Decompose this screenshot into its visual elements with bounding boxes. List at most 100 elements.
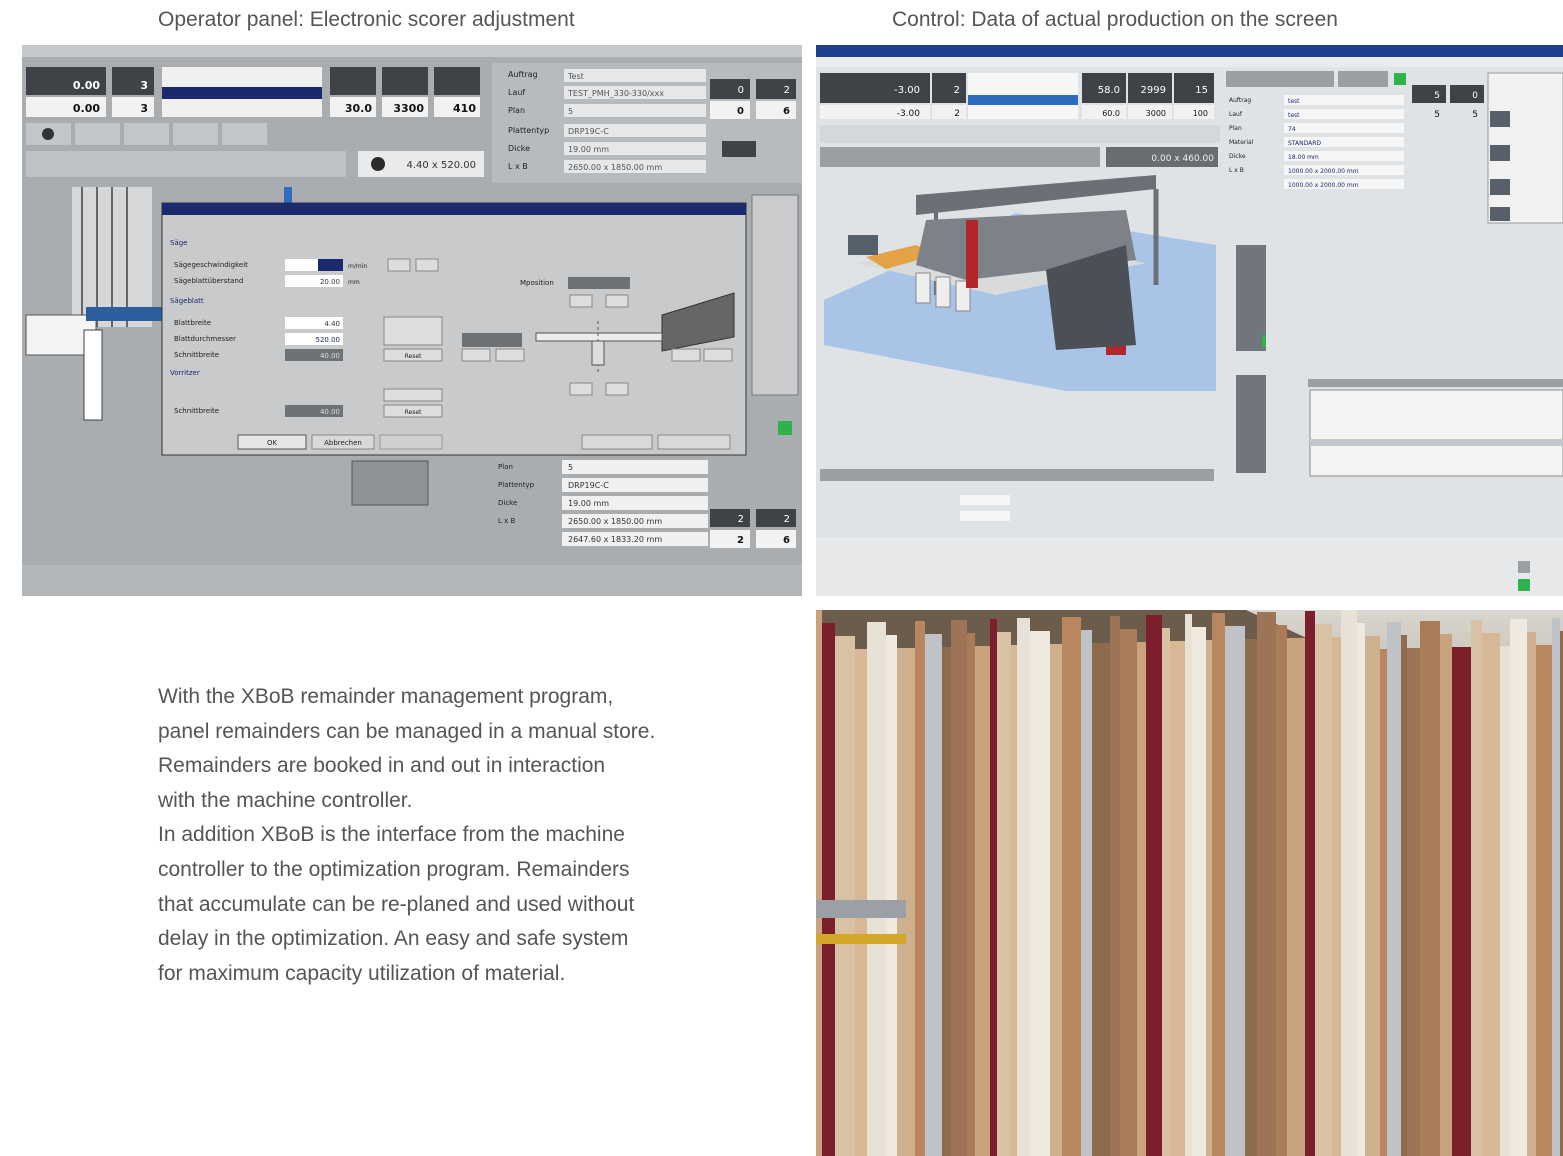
op-dim: 4.40 x 520.00: [406, 160, 476, 171]
cs-lxb: 1000.00 x 2000.00 mm: [1288, 168, 1359, 175]
body-line: panel remainders can be managed in a man…: [158, 719, 656, 743]
op-num-c: 2: [784, 85, 790, 96]
op-low-lxb-label: L x B: [498, 517, 515, 525]
storage-board: [1452, 647, 1471, 1156]
panel-storage-photo-svg: [816, 610, 1563, 1156]
storage-board: [967, 633, 975, 1156]
storage-board: [1315, 624, 1332, 1156]
storage-board: [1387, 622, 1401, 1156]
storage-board: [1245, 639, 1257, 1156]
dlg-abbrechen: Abbrechen: [324, 439, 362, 447]
cs-lauf: test: [1288, 112, 1300, 119]
op-v2: 3300: [393, 102, 424, 115]
storage-board: [822, 623, 835, 1156]
storage-board: [1120, 629, 1137, 1156]
storage-board: [1440, 634, 1452, 1156]
dlg-mposition: Mposition: [520, 279, 554, 287]
storage-board: [1500, 646, 1510, 1156]
dlg-unit-mmin: m/min: [348, 263, 367, 270]
op-lxb-label: L x B: [508, 162, 528, 171]
dlg-val-schnitt2: 40.00: [320, 408, 340, 416]
op-num-b: 0: [737, 106, 744, 117]
cs-min-lxb: 1000.00 x 2000.00 mm: [1288, 182, 1359, 189]
cs-c: 2: [954, 85, 960, 96]
storage-board: [1137, 642, 1146, 1156]
storage-board: [1206, 640, 1212, 1156]
cs-j: 100: [1193, 109, 1208, 118]
op-low-fert: 2647.60 x 1833.20 mm: [568, 535, 662, 544]
body-line: In addition XBoB is the interface from t…: [158, 823, 625, 847]
cs-e: 58.0: [1098, 85, 1120, 96]
op-pos-b: 0.00: [73, 102, 100, 115]
op-count-b: 3: [140, 102, 148, 115]
caption-right: Control: Data of actual production on th…: [892, 8, 1338, 31]
op-dicke-value: 19.00 mm: [568, 145, 609, 154]
storage-board: [1357, 623, 1365, 1156]
storage-board: [816, 610, 822, 1156]
storage-board: [1401, 635, 1407, 1156]
op-num-a: 0: [738, 85, 744, 96]
dlg-unit-mm-1: mm: [348, 279, 360, 286]
storage-board: [1365, 636, 1380, 1156]
dlg-ok: OK: [267, 439, 278, 447]
op-low-n2: 2: [784, 514, 790, 525]
storage-board: [1536, 645, 1552, 1156]
op-auftrag-value: Test: [567, 72, 584, 81]
storage-board: [915, 621, 925, 1156]
storage-board: [1407, 648, 1420, 1156]
control-screen-screenshot: -3.00 2 -3.00 2 58.0 2999 15 60.0 3000 1…: [816, 45, 1563, 596]
cs-dicke-label: Dicke: [1229, 153, 1246, 160]
dlg-val-blattbreite: 4.40: [324, 320, 340, 328]
body-line: delay in the optimization. An easy and s…: [158, 927, 629, 951]
storage-board: [1552, 618, 1560, 1156]
op-low-plattentyp: DRP19C-C: [568, 481, 609, 490]
op-plattentyp-value: DRP19C-C: [568, 127, 609, 136]
op-low-plan: 5: [568, 463, 573, 472]
cs-m: 5: [1434, 110, 1440, 120]
body-line: With the XBoB remainder management progr…: [158, 685, 614, 708]
storage-board: [975, 646, 990, 1156]
storage-board: [997, 632, 1011, 1156]
op-plattentyp-label: Plattentyp: [508, 126, 549, 135]
body-line: controller to the optimization program. …: [158, 857, 630, 881]
op-low-n1: 2: [738, 514, 744, 525]
storage-board: [1162, 628, 1170, 1156]
storage-board: [1471, 620, 1482, 1156]
storage-board: [1110, 616, 1120, 1156]
cs-d: 2: [954, 109, 960, 119]
dlg-saegegeschwindigkeit: Sägegeschwindigkeit: [174, 261, 248, 269]
op-lxb-value: 2650.00 x 1850.00 mm: [568, 163, 662, 172]
cs-material: STANDARD: [1288, 140, 1321, 147]
cs-h: 60.0: [1102, 109, 1120, 118]
storage-board: [1092, 643, 1110, 1156]
storage-board: [1305, 611, 1315, 1156]
op-count-a: 3: [140, 79, 148, 92]
dlg-schnittbreite2: Schnittbreite: [174, 407, 219, 415]
caption-left: Operator panel: Electronic scorer adjust…: [158, 8, 575, 31]
cs-dicke: 18.00 mm: [1288, 154, 1319, 161]
storage-board: [925, 634, 942, 1156]
op-dicke-label: Dicke: [508, 144, 530, 153]
cs-plan: 74: [1288, 126, 1296, 133]
op-num-d: 6: [783, 106, 790, 117]
dlg-blattdurchmesser: Blattdurchmesser: [174, 335, 236, 343]
operator-panel-screenshot: 0.00 3 0.00 3 30.0 3300 410 Auftrag Test…: [22, 45, 802, 596]
storage-board: [835, 636, 855, 1156]
operator-panel-svg: 0.00 3 0.00 3 30.0 3300 410 Auftrag Test…: [22, 45, 802, 596]
op-v1: 30.0: [345, 102, 372, 115]
op-v3: 410: [453, 102, 476, 115]
op-low-plattentyp-label: Plattentyp: [498, 481, 535, 489]
op-low-plan-label: Plan: [498, 463, 513, 471]
dlg-reset-2: Reset: [405, 409, 422, 416]
storage-board: [1011, 645, 1017, 1156]
dlg-blattbreite: Blattbreite: [174, 319, 211, 327]
op-lauf-label: Lauf: [508, 88, 525, 97]
cs-lxb-label: L x B: [1229, 167, 1244, 174]
dlg-reset-1: Reset: [405, 353, 422, 360]
cs-dim: 0.00 x 460.00: [1151, 154, 1214, 164]
storage-board: [1527, 632, 1536, 1156]
cs-l: 0: [1472, 91, 1478, 101]
dlg-section-saege: Säge: [170, 239, 187, 247]
storage-board: [1081, 630, 1092, 1156]
storage-board: [886, 635, 897, 1156]
